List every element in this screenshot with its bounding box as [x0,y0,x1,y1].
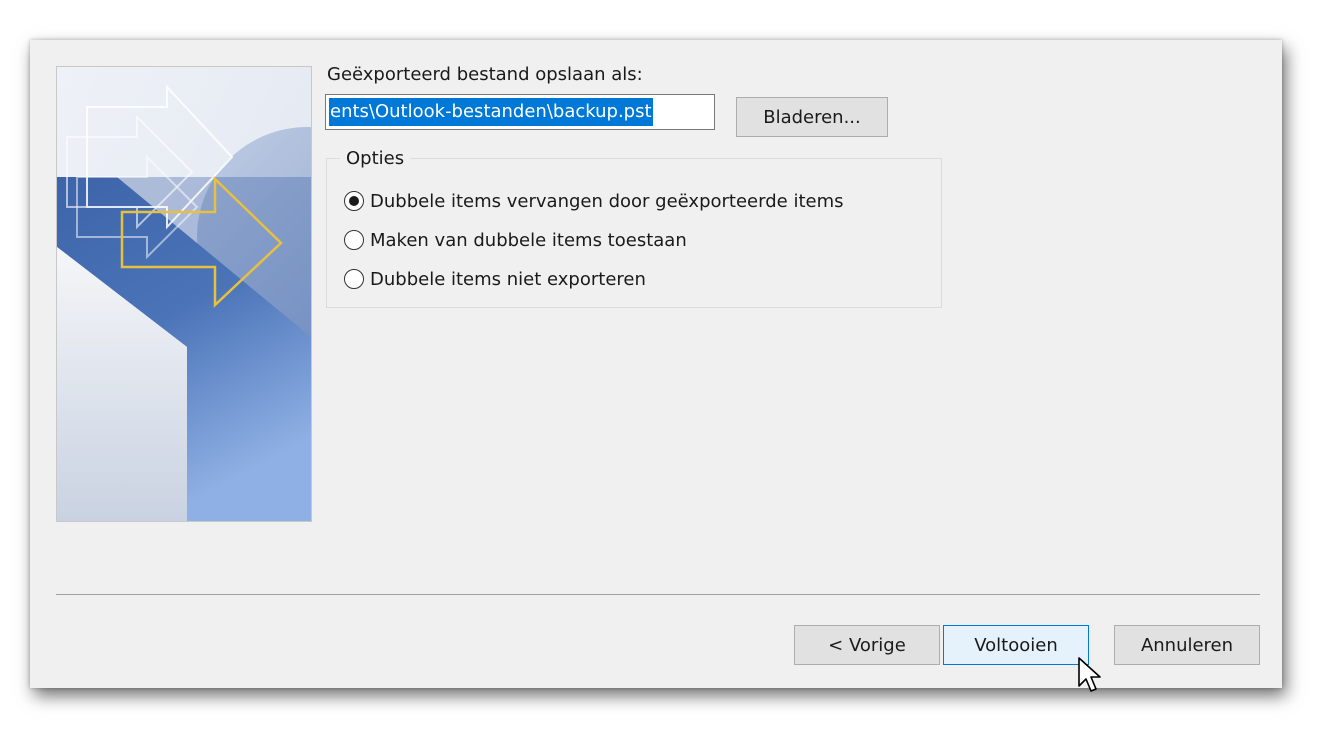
option-label: Dubbele items niet exporteren [370,268,646,290]
footer-separator [56,594,1260,595]
option-allow-duplicates[interactable]: Maken van dubbele items toestaan [344,227,687,253]
radio-button-icon[interactable] [344,230,364,250]
back-button[interactable]: < Vorige [794,625,940,665]
wizard-side-image [56,66,312,522]
export-file-path-input[interactable]: ents\Outlook-bestanden\backup.pst [325,94,715,130]
outlook-export-wizard-graphic [57,67,311,521]
option-replace-duplicates[interactable]: Dubbele items vervangen door geëxporteer… [344,188,843,214]
export-file-label: Geëxporteerd bestand opslaan als: [327,64,643,85]
browse-button[interactable]: Bladeren... [736,97,888,137]
radio-button-icon[interactable] [344,269,364,289]
cancel-button[interactable]: Annuleren [1114,625,1260,665]
option-label: Maken van dubbele items toestaan [370,229,687,251]
radio-button-icon[interactable] [344,191,364,211]
option-label: Dubbele items vervangen door geëxporteer… [370,190,844,212]
mouse-pointer-icon [1077,656,1103,698]
options-legend: Opties [340,148,411,169]
export-wizard-dialog: Geëxporteerd bestand opslaan als: ents\O… [30,40,1282,692]
export-file-path-value: ents\Outlook-bestanden\backup.pst [329,98,653,126]
option-skip-duplicates[interactable]: Dubbele items niet exporteren [344,266,646,292]
finish-button[interactable]: Voltooien [943,625,1089,665]
